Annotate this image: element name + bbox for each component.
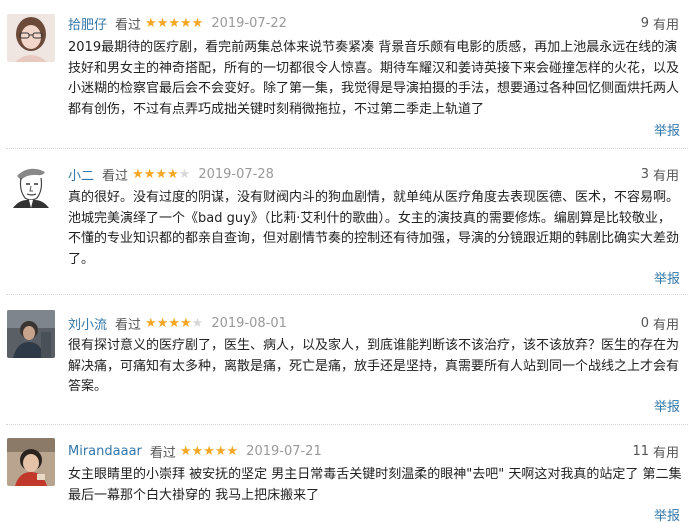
review-line: 都有创伤，不过有点弄巧成拙关键时刻稍微拖拉，不过第二季走上轨道了 [68, 101, 485, 117]
star-filled-icon: ★ [191, 15, 204, 31]
rating-stars: ★★★★★ [180, 444, 238, 459]
review-meta: 小二 看过 ★★★★★ 2019-07-28 [68, 164, 274, 184]
star-filled-icon: ★ [214, 443, 227, 459]
star-empty-icon: ★ [191, 315, 204, 331]
review-meta: Mirandaaar 看过 ★★★★★ 2019-07-21 [68, 441, 322, 461]
useful-count: 11 [632, 443, 649, 459]
review-item: 小二 看过 ★★★★★ 2019-07-28 3 有用 真的很好。没有过度的阴谋… [0, 148, 694, 294]
avatar[interactable] [7, 438, 55, 486]
useful-label: 有用 [652, 168, 679, 184]
author-link[interactable]: 刘小流 [68, 314, 107, 333]
avatar[interactable] [7, 14, 55, 62]
report-link[interactable]: 举报 [654, 505, 680, 523]
star-filled-icon: ★ [180, 15, 192, 31]
review-item: 拾肥仔 看过 ★★★★★ 2019-07-22 9 有用 2019最期待的医疗剧… [0, 0, 694, 148]
useful-count: 3 [640, 166, 649, 182]
avatar[interactable] [7, 160, 55, 208]
review-text: 2019最期待的医疗剧，看完前两集总体来说节奏紧凑 背景音乐颇有电影的质感，再加… [68, 38, 686, 120]
watched-status: 看过 [102, 168, 129, 184]
review-line: 不懂的专业知识都的都亲自查询，但对剧情节奏的控制还有待加强，导演的分镜跟近期的韩… [68, 231, 680, 246]
author-link[interactable]: 小二 [68, 165, 94, 184]
star-filled-icon: ★ [156, 315, 169, 331]
review-meta: 刘小流 看过 ★★★★★ 2019-08-01 [68, 313, 287, 333]
author-link[interactable]: Mirandaaar [68, 444, 142, 459]
useful-votes[interactable]: 11 有用 [632, 441, 679, 461]
star-filled-icon: ★ [132, 166, 144, 182]
review-line: 女主眼睛里的小崇拜 被安抚的坚定 男主日常毒舌关键时刻温柔的眼神"去吧" 天啊这… [68, 467, 682, 482]
useful-count: 0 [640, 315, 649, 331]
star-filled-icon: ★ [167, 166, 179, 182]
star-filled-icon: ★ [180, 315, 192, 331]
review-line: 真的很好。没有过度的阴谋，没有财阀内斗的狗血剧情，就单纯从医疗角度去表现医德、医… [68, 190, 680, 205]
review-date: 2019-08-01 [211, 315, 287, 331]
useful-votes[interactable]: 9 有用 [641, 13, 679, 33]
avatar-sketch-portrait-icon [7, 160, 55, 208]
useful-count: 9 [640, 15, 649, 31]
review-item: Mirandaaar 看过 ★★★★★ 2019-07-21 11 有用 女主眼… [0, 424, 694, 523]
star-filled-icon: ★ [145, 315, 157, 331]
review-line: 技好和男女主的神奇搭配，所有的一切都很令人惊喜。期待车耀汉和姜诗英接下来会碰撞怎… [68, 60, 680, 76]
review-meta: 拾肥仔 看过 ★★★★★ 2019-07-22 [68, 13, 287, 33]
review-text: 女主眼睛里的小崇拜 被安抚的坚定 男主日常毒舌关键时刻温柔的眼神"去吧" 天啊这… [68, 465, 686, 506]
avatar[interactable] [7, 310, 55, 358]
review-date: 2019-07-28 [198, 166, 274, 182]
review-line: 答案。 [68, 379, 108, 394]
star-filled-icon: ★ [168, 15, 180, 31]
rating-stars: ★★★★★ [145, 16, 203, 31]
report-link[interactable]: 举报 [654, 268, 680, 287]
rating-stars: ★★★★★ [132, 167, 190, 182]
useful-label: 有用 [652, 445, 679, 461]
useful-label: 有用 [652, 17, 679, 33]
star-filled-icon: ★ [155, 166, 167, 182]
rating-stars: ★★★★★ [145, 316, 203, 331]
star-filled-icon: ★ [203, 443, 215, 459]
watched-status: 看过 [149, 445, 176, 461]
avatar-photo-child-icon [7, 438, 55, 486]
review-date: 2019-07-21 [246, 443, 322, 459]
star-empty-icon: ★ [178, 166, 191, 182]
review-line: 了。 [68, 251, 95, 267]
watched-status: 看过 [115, 17, 142, 33]
star-filled-icon: ★ [156, 15, 169, 31]
star-filled-icon: ★ [226, 443, 239, 459]
useful-label: 有用 [652, 317, 679, 333]
review-line: 池城完美演绎了一个《bad guy》（比莉·艾利什的歌曲）。女主的演技真的需要修… [68, 210, 671, 226]
star-filled-icon: ★ [179, 443, 192, 459]
useful-votes[interactable]: 3 有用 [641, 164, 679, 184]
review-item: 刘小流 看过 ★★★★★ 2019-08-01 0 有用 很有探讨意义的医疗剧了… [0, 294, 694, 422]
useful-votes[interactable]: 0 有用 [641, 313, 679, 333]
report-link[interactable]: 举报 [654, 396, 680, 415]
author-link[interactable]: 拾肥仔 [68, 14, 107, 33]
star-filled-icon: ★ [191, 443, 204, 459]
report-link[interactable]: 举报 [654, 120, 680, 139]
review-line: 最后一幕那个白大褂穿的 我马上把床搬来了 [68, 487, 320, 503]
watched-status: 看过 [115, 317, 142, 333]
review-text: 真的很好。没有过度的阴谋，没有财阀内斗的狗血剧情，就单纯从医疗角度去表现医德、医… [68, 188, 686, 270]
review-line: 解决痛，可痛知有太多种，离散是痛，死亡是痛，放手还是坚持，真需要所有人站到同一个… [68, 358, 680, 374]
star-filled-icon: ★ [168, 315, 180, 331]
review-date: 2019-07-22 [211, 15, 287, 31]
avatar-photo-person-icon [7, 310, 55, 358]
star-filled-icon: ★ [145, 15, 157, 31]
review-line: 小迷糊的检察官最后会不会变好。除了第一集，我觉得是导演拍摄的手法，想要通过各种回… [68, 81, 680, 96]
review-line: 2019最期待的医疗剧，看完前两集总体来说节奏紧凑 背景音乐颇有电影的质感，再加… [68, 40, 678, 55]
review-line: 很有探讨意义的医疗剧了，医生、病人，以及家人，到底谁能判断该不该治疗，该不该放弃… [68, 338, 680, 353]
avatar-photo-girl-icon [7, 14, 55, 62]
star-filled-icon: ★ [143, 166, 156, 182]
review-text: 很有探讨意义的医疗剧了，医生、病人，以及家人，到底谁能判断该不该治疗，该不该放弃… [68, 336, 686, 398]
